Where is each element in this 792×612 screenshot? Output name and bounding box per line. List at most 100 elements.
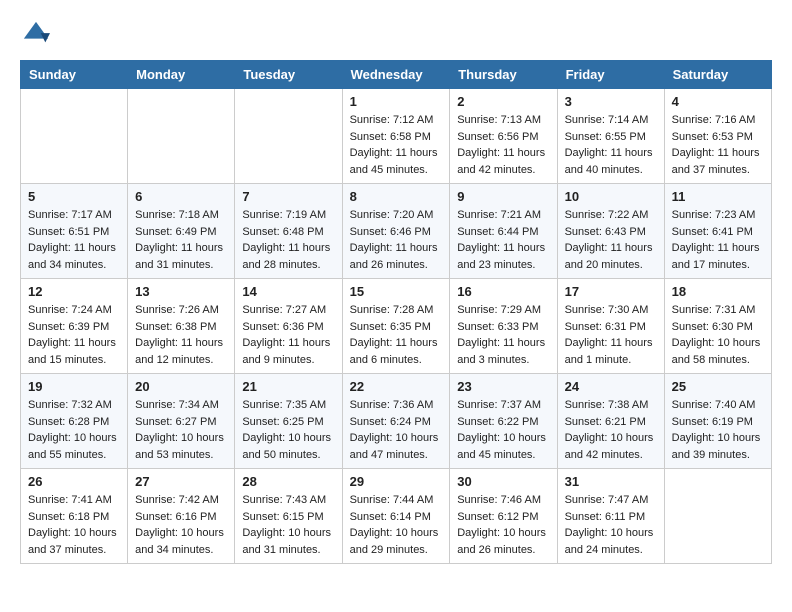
day-number: 18 bbox=[672, 284, 764, 299]
day-info: Sunrise: 7:23 AMSunset: 6:41 PMDaylight:… bbox=[672, 207, 764, 273]
calendar-cell: 14 Sunrise: 7:27 AMSunset: 6:36 PMDayligh… bbox=[235, 279, 342, 374]
calendar-header-saturday: Saturday bbox=[664, 61, 771, 89]
calendar-cell: 20 Sunrise: 7:34 AMSunset: 6:27 PMDayligh… bbox=[128, 374, 235, 469]
day-number: 15 bbox=[350, 284, 443, 299]
day-info: Sunrise: 7:19 AMSunset: 6:48 PMDaylight:… bbox=[242, 207, 334, 273]
calendar-cell: 25 Sunrise: 7:40 AMSunset: 6:19 PMDayligh… bbox=[664, 374, 771, 469]
calendar-cell: 1 Sunrise: 7:12 AMSunset: 6:58 PMDaylight… bbox=[342, 89, 450, 184]
calendar-header-monday: Monday bbox=[128, 61, 235, 89]
calendar-table: SundayMondayTuesdayWednesdayThursdayFrid… bbox=[20, 60, 772, 564]
day-number: 8 bbox=[350, 189, 443, 204]
day-info: Sunrise: 7:32 AMSunset: 6:28 PMDaylight:… bbox=[28, 397, 120, 463]
day-number: 17 bbox=[565, 284, 657, 299]
calendar-cell: 8Sunrise: 7:20 AMSunset: 6:46 PMDaylight… bbox=[342, 184, 450, 279]
day-info: Sunrise: 7:35 AMSunset: 6:25 PMDaylight:… bbox=[242, 397, 334, 463]
day-number: 27 bbox=[135, 474, 227, 489]
day-number: 10 bbox=[565, 189, 657, 204]
calendar-week-row: 19 Sunrise: 7:32 AMSunset: 6:28 PMDayligh… bbox=[21, 374, 772, 469]
day-info: Sunrise: 7:16 AMSunset: 6:53 PMDaylight:… bbox=[672, 112, 764, 178]
day-info: Sunrise: 7:42 AMSunset: 6:16 PMDaylight:… bbox=[135, 492, 227, 558]
calendar-cell: 6 Sunrise: 7:18 AMSunset: 6:49 PMDaylight… bbox=[128, 184, 235, 279]
day-info: Sunrise: 7:34 AMSunset: 6:27 PMDaylight:… bbox=[135, 397, 227, 463]
day-info: Sunrise: 7:44 AMSunset: 6:14 PMDaylight:… bbox=[350, 492, 443, 558]
calendar-cell: 10 Sunrise: 7:22 AMSunset: 6:43 PMDayligh… bbox=[557, 184, 664, 279]
day-info: Sunrise: 7:36 AMSunset: 6:24 PMDaylight:… bbox=[350, 397, 443, 463]
day-number: 29 bbox=[350, 474, 443, 489]
calendar-cell: 26Sunrise: 7:41 AMSunset: 6:18 PMDayligh… bbox=[21, 469, 128, 564]
day-number: 2 bbox=[457, 94, 549, 109]
calendar-cell: 9 Sunrise: 7:21 AMSunset: 6:44 PMDaylight… bbox=[450, 184, 557, 279]
calendar-cell bbox=[235, 89, 342, 184]
calendar-cell: 30Sunrise: 7:46 AMSunset: 6:12 PMDayligh… bbox=[450, 469, 557, 564]
calendar-cell bbox=[664, 469, 771, 564]
day-info: Sunrise: 7:17 AMSunset: 6:51 PMDaylight:… bbox=[28, 207, 120, 273]
logo bbox=[20, 20, 50, 48]
day-info: Sunrise: 7:21 AMSunset: 6:44 PMDaylight:… bbox=[457, 207, 549, 273]
calendar-cell: 11 Sunrise: 7:23 AMSunset: 6:41 PMDayligh… bbox=[664, 184, 771, 279]
day-info: Sunrise: 7:18 AMSunset: 6:49 PMDaylight:… bbox=[135, 207, 227, 273]
day-info: Sunrise: 7:31 AMSunset: 6:30 PMDaylight:… bbox=[672, 302, 764, 368]
calendar-cell: 16Sunrise: 7:29 AMSunset: 6:33 PMDayligh… bbox=[450, 279, 557, 374]
day-number: 30 bbox=[457, 474, 549, 489]
calendar-header-friday: Friday bbox=[557, 61, 664, 89]
day-number: 11 bbox=[672, 189, 764, 204]
calendar-cell: 23 Sunrise: 7:37 AMSunset: 6:22 PMDayligh… bbox=[450, 374, 557, 469]
day-info: Sunrise: 7:29 AMSunset: 6:33 PMDaylight:… bbox=[457, 302, 549, 368]
calendar-cell: 3 Sunrise: 7:14 AMSunset: 6:55 PMDaylight… bbox=[557, 89, 664, 184]
day-number: 23 bbox=[457, 379, 549, 394]
calendar-cell: 13Sunrise: 7:26 AMSunset: 6:38 PMDayligh… bbox=[128, 279, 235, 374]
calendar-cell: 27 Sunrise: 7:42 AMSunset: 6:16 PMDayligh… bbox=[128, 469, 235, 564]
day-info: Sunrise: 7:14 AMSunset: 6:55 PMDaylight:… bbox=[565, 112, 657, 178]
day-info: Sunrise: 7:37 AMSunset: 6:22 PMDaylight:… bbox=[457, 397, 549, 463]
calendar-cell: 12 Sunrise: 7:24 AMSunset: 6:39 PMDayligh… bbox=[21, 279, 128, 374]
day-info: Sunrise: 7:30 AMSunset: 6:31 PMDaylight:… bbox=[565, 302, 657, 368]
day-number: 19 bbox=[28, 379, 120, 394]
page: SundayMondayTuesdayWednesdayThursdayFrid… bbox=[0, 0, 792, 574]
day-number: 6 bbox=[135, 189, 227, 204]
calendar-header-tuesday: Tuesday bbox=[235, 61, 342, 89]
day-number: 1 bbox=[350, 94, 443, 109]
calendar-cell: 19 Sunrise: 7:32 AMSunset: 6:28 PMDayligh… bbox=[21, 374, 128, 469]
day-number: 20 bbox=[135, 379, 227, 394]
day-number: 21 bbox=[242, 379, 334, 394]
day-number: 24 bbox=[565, 379, 657, 394]
calendar-cell: 17 Sunrise: 7:30 AMSunset: 6:31 PMDayligh… bbox=[557, 279, 664, 374]
day-number: 14 bbox=[242, 284, 334, 299]
day-info: Sunrise: 7:22 AMSunset: 6:43 PMDaylight:… bbox=[565, 207, 657, 273]
day-info: Sunrise: 7:40 AMSunset: 6:19 PMDaylight:… bbox=[672, 397, 764, 463]
day-info: Sunrise: 7:13 AMSunset: 6:56 PMDaylight:… bbox=[457, 112, 549, 178]
day-number: 12 bbox=[28, 284, 120, 299]
day-info: Sunrise: 7:27 AMSunset: 6:36 PMDaylight:… bbox=[242, 302, 334, 368]
day-info: Sunrise: 7:47 AMSunset: 6:11 PMDaylight:… bbox=[565, 492, 657, 558]
day-info: Sunrise: 7:43 AMSunset: 6:15 PMDaylight:… bbox=[242, 492, 334, 558]
calendar-cell bbox=[21, 89, 128, 184]
day-info: Sunrise: 7:41 AMSunset: 6:18 PMDaylight:… bbox=[28, 492, 120, 558]
day-number: 4 bbox=[672, 94, 764, 109]
calendar-week-row: 5 Sunrise: 7:17 AMSunset: 6:51 PMDaylight… bbox=[21, 184, 772, 279]
calendar-week-row: 12 Sunrise: 7:24 AMSunset: 6:39 PMDayligh… bbox=[21, 279, 772, 374]
calendar-cell: 21 Sunrise: 7:35 AMSunset: 6:25 PMDayligh… bbox=[235, 374, 342, 469]
calendar-header-sunday: Sunday bbox=[21, 61, 128, 89]
day-info: Sunrise: 7:12 AMSunset: 6:58 PMDaylight:… bbox=[350, 112, 443, 178]
calendar-cell bbox=[128, 89, 235, 184]
calendar-cell: 15Sunrise: 7:28 AMSunset: 6:35 PMDayligh… bbox=[342, 279, 450, 374]
day-number: 7 bbox=[242, 189, 334, 204]
calendar-cell: 4 Sunrise: 7:16 AMSunset: 6:53 PMDaylight… bbox=[664, 89, 771, 184]
day-number: 5 bbox=[28, 189, 120, 204]
calendar-cell: 7 Sunrise: 7:19 AMSunset: 6:48 PMDaylight… bbox=[235, 184, 342, 279]
day-number: 9 bbox=[457, 189, 549, 204]
calendar-cell: 29 Sunrise: 7:44 AMSunset: 6:14 PMDayligh… bbox=[342, 469, 450, 564]
day-number: 31 bbox=[565, 474, 657, 489]
calendar-week-row: 26Sunrise: 7:41 AMSunset: 6:18 PMDayligh… bbox=[21, 469, 772, 564]
calendar-cell: 31 Sunrise: 7:47 AMSunset: 6:11 PMDayligh… bbox=[557, 469, 664, 564]
header bbox=[20, 20, 772, 48]
day-number: 3 bbox=[565, 94, 657, 109]
calendar-header-wednesday: Wednesday bbox=[342, 61, 450, 89]
calendar-cell: 24Sunrise: 7:38 AMSunset: 6:21 PMDayligh… bbox=[557, 374, 664, 469]
calendar-week-row: 1 Sunrise: 7:12 AMSunset: 6:58 PMDaylight… bbox=[21, 89, 772, 184]
calendar-header-row: SundayMondayTuesdayWednesdayThursdayFrid… bbox=[21, 61, 772, 89]
day-number: 25 bbox=[672, 379, 764, 394]
calendar-cell: 22Sunrise: 7:36 AMSunset: 6:24 PMDayligh… bbox=[342, 374, 450, 469]
day-info: Sunrise: 7:24 AMSunset: 6:39 PMDaylight:… bbox=[28, 302, 120, 368]
calendar-cell: 28Sunrise: 7:43 AMSunset: 6:15 PMDayligh… bbox=[235, 469, 342, 564]
